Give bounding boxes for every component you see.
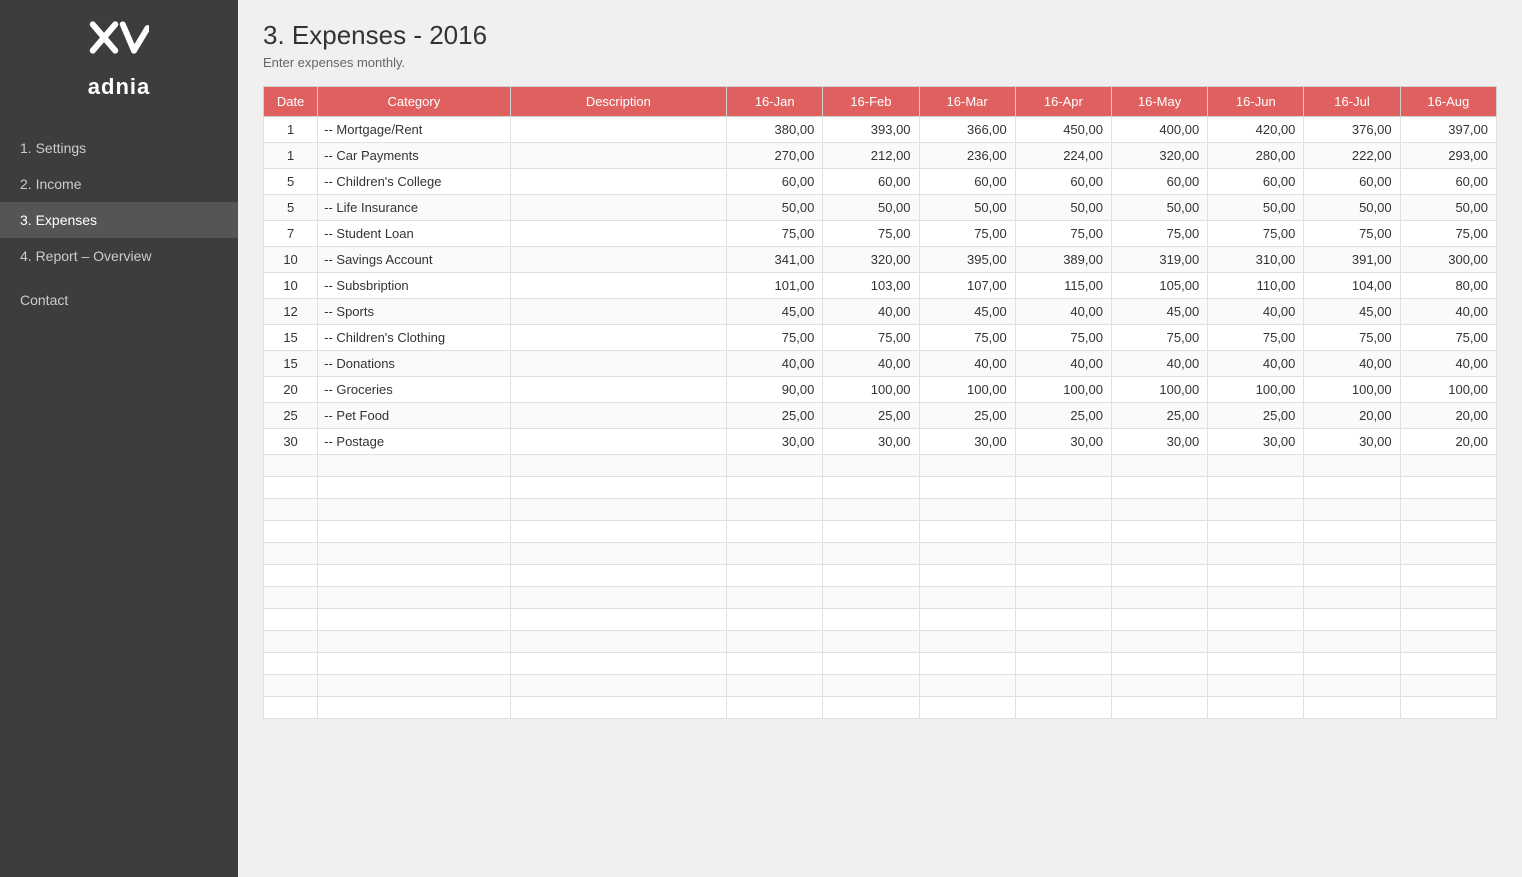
empty-table-row	[264, 587, 1497, 609]
logo-text: adnia	[88, 74, 150, 100]
table-row: 1-- Mortgage/Rent380,00393,00366,00450,0…	[264, 117, 1497, 143]
sidebar-nav: 1. Settings 2. Income 3. Expenses 4. Rep…	[0, 130, 238, 318]
empty-table-row	[264, 565, 1497, 587]
col-header-category: Category	[318, 87, 510, 117]
sidebar-item-settings[interactable]: 1. Settings	[0, 130, 238, 166]
empty-table-row	[264, 543, 1497, 565]
sidebar-item-report[interactable]: 4. Report – Overview	[0, 238, 238, 274]
col-header-jun: 16-Jun	[1208, 87, 1304, 117]
sidebar-item-contact[interactable]: Contact	[0, 282, 238, 318]
table-row: 12-- Sports45,0040,0045,0040,0045,0040,0…	[264, 299, 1497, 325]
sidebar-item-expenses[interactable]: 3. Expenses	[0, 202, 238, 238]
empty-table-row	[264, 455, 1497, 477]
empty-table-row	[264, 653, 1497, 675]
col-header-aug: 16-Aug	[1400, 87, 1496, 117]
col-header-feb: 16-Feb	[823, 87, 919, 117]
table-row: 5-- Life Insurance50,0050,0050,0050,0050…	[264, 195, 1497, 221]
empty-table-row	[264, 609, 1497, 631]
col-header-may: 16-May	[1111, 87, 1207, 117]
col-header-apr: 16-Apr	[1015, 87, 1111, 117]
table-row: 7-- Student Loan75,0075,0075,0075,0075,0…	[264, 221, 1497, 247]
col-header-jan: 16-Jan	[727, 87, 823, 117]
table-row: 15-- Children's Clothing75,0075,0075,007…	[264, 325, 1497, 351]
col-header-jul: 16-Jul	[1304, 87, 1400, 117]
page-title: 3. Expenses - 2016	[263, 20, 1497, 51]
table-row: 20-- Groceries90,00100,00100,00100,00100…	[264, 377, 1497, 403]
col-header-date: Date	[264, 87, 318, 117]
empty-table-row	[264, 697, 1497, 719]
col-header-mar: 16-Mar	[919, 87, 1015, 117]
page-subtitle: Enter expenses monthly.	[263, 55, 1497, 70]
sidebar-item-income[interactable]: 2. Income	[0, 166, 238, 202]
empty-table-row	[264, 675, 1497, 697]
empty-table-row	[264, 631, 1497, 653]
empty-table-row	[264, 499, 1497, 521]
main-content: 3. Expenses - 2016 Enter expenses monthl…	[238, 0, 1522, 877]
table-row: 5-- Children's College60,0060,0060,0060,…	[264, 169, 1497, 195]
empty-table-row	[264, 521, 1497, 543]
logo-icon	[89, 20, 149, 70]
table-row: 1-- Car Payments270,00212,00236,00224,00…	[264, 143, 1497, 169]
table-row: 25-- Pet Food25,0025,0025,0025,0025,0025…	[264, 403, 1497, 429]
table-row: 15-- Donations40,0040,0040,0040,0040,004…	[264, 351, 1497, 377]
col-header-description: Description	[510, 87, 727, 117]
expenses-table: Date Category Description 16-Jan 16-Feb …	[263, 86, 1497, 719]
empty-table-row	[264, 477, 1497, 499]
table-row: 10-- Subsbription101,00103,00107,00115,0…	[264, 273, 1497, 299]
table-row: 10-- Savings Account341,00320,00395,0038…	[264, 247, 1497, 273]
logo-area: adnia	[88, 20, 150, 100]
table-row: 30-- Postage30,0030,0030,0030,0030,0030,…	[264, 429, 1497, 455]
sidebar: adnia 1. Settings 2. Income 3. Expenses …	[0, 0, 238, 877]
